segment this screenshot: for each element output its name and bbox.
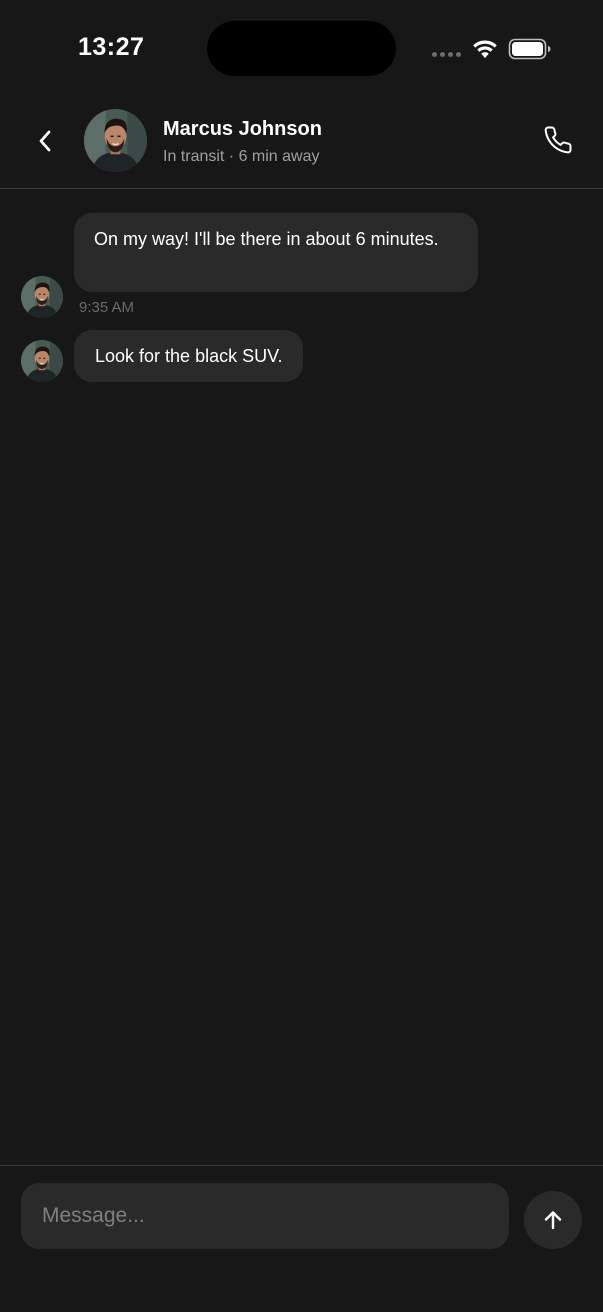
sender-avatar: [21, 276, 63, 318]
phone-icon: [544, 126, 572, 154]
message-input[interactable]: [21, 1183, 509, 1249]
chevron-left-icon: [39, 130, 51, 152]
call-button[interactable]: [540, 122, 576, 158]
message-bubble[interactable]: On my way! I'll be there in about 6 minu…: [74, 213, 478, 292]
message-composer: [0, 1165, 603, 1312]
contact-name: Marcus Johnson: [163, 118, 322, 140]
wifi-icon: [473, 40, 497, 58]
contact-status: In transit · 6 min away: [163, 148, 320, 165]
contact-avatar[interactable]: [84, 109, 147, 172]
sender-avatar: [21, 340, 63, 382]
dynamic-island: [207, 21, 396, 76]
chat-header: Marcus Johnson In transit · 6 min away: [0, 96, 603, 189]
message-bubble[interactable]: Look for the black SUV.: [74, 330, 304, 382]
cellular-signal-icon: [432, 52, 461, 57]
arrow-up-icon: [544, 1211, 562, 1230]
status-bar: 13:27: [0, 0, 603, 96]
message-timestamp: 9:35 AM: [79, 299, 135, 316]
back-button[interactable]: [28, 124, 62, 158]
send-button[interactable]: [524, 1191, 582, 1249]
status-time: 13:27: [78, 33, 145, 61]
battery-icon: [508, 38, 551, 60]
